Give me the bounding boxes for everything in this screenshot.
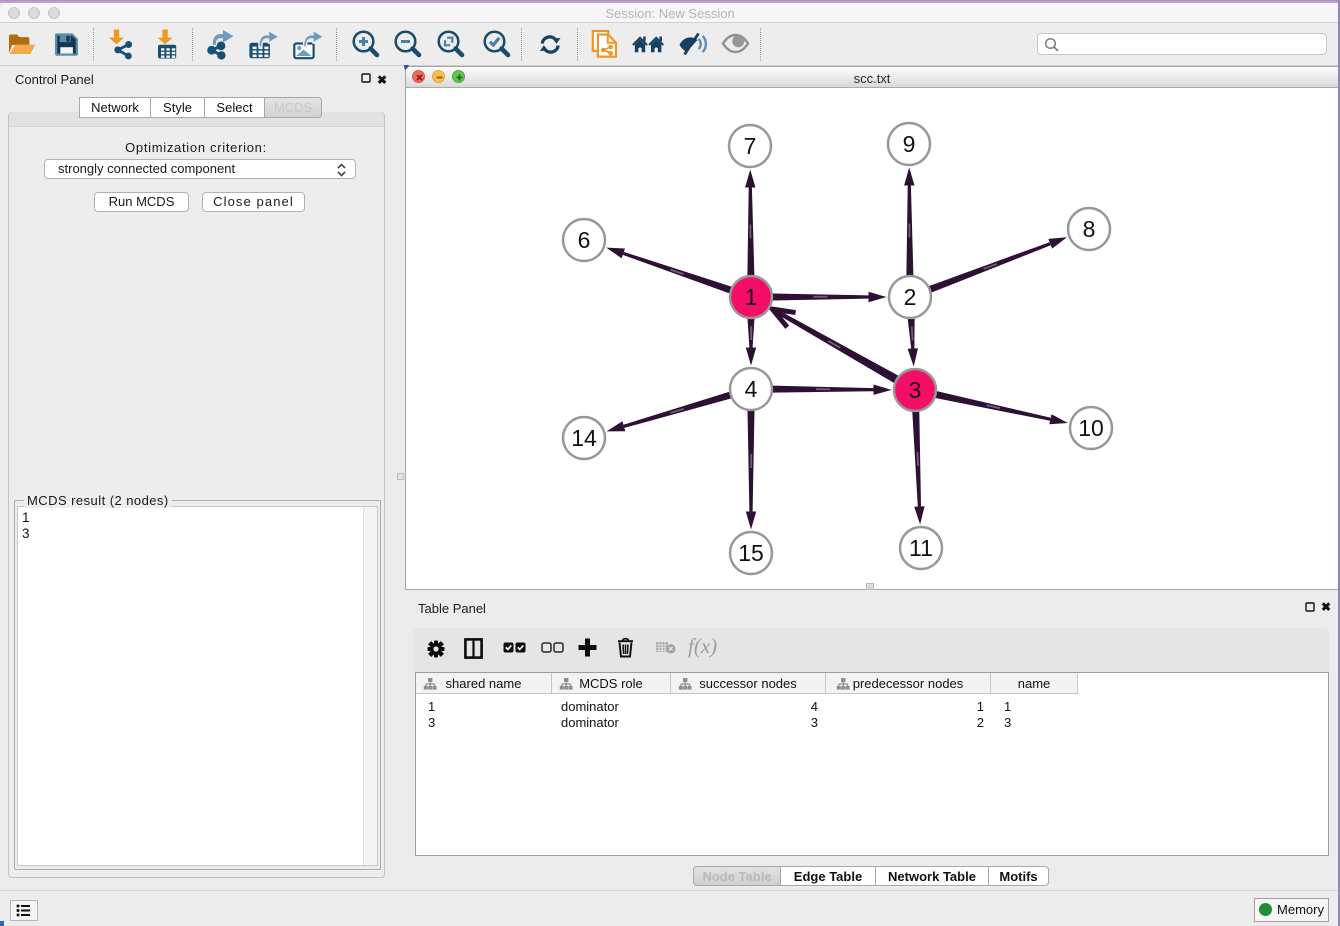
svg-text:14: 14: [571, 425, 597, 451]
svg-text:2: 2: [904, 284, 917, 310]
svg-text:7: 7: [744, 133, 757, 159]
svg-text:1: 1: [745, 284, 758, 310]
svg-text:10: 10: [1078, 415, 1104, 441]
svg-text:15: 15: [738, 540, 764, 566]
svg-text:6: 6: [578, 227, 591, 253]
svg-text:9: 9: [903, 131, 916, 157]
svg-text:3: 3: [909, 377, 922, 403]
svg-text:11: 11: [909, 535, 933, 561]
svg-text:8: 8: [1083, 216, 1096, 242]
svg-text:4: 4: [745, 376, 758, 402]
